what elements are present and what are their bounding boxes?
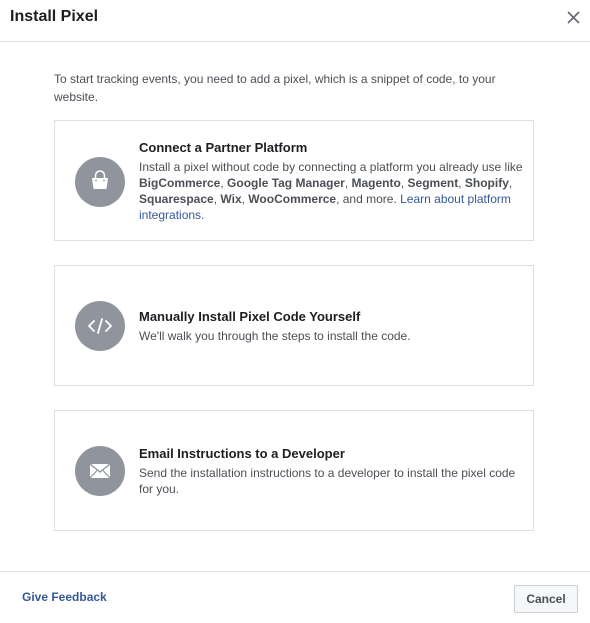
- option-title: Email Instructions to a Developer: [139, 446, 345, 461]
- connect-partner-platform-option[interactable]: Connect a Partner Platform Install a pix…: [54, 120, 534, 241]
- install-pixel-dialog: Install Pixel To start tracking events, …: [0, 0, 590, 623]
- platform-name: Wix: [220, 192, 242, 206]
- shopping-bag-icon-circle: [75, 157, 125, 207]
- option-description: Install a pixel without code by connecti…: [139, 159, 523, 223]
- platform-name: Squarespace: [139, 192, 214, 206]
- link-period: .: [201, 208, 205, 222]
- description-lead: Install a pixel without code by connecti…: [139, 160, 523, 174]
- dialog-footer: Give Feedback Cancel: [0, 571, 590, 623]
- intro-text: To start tracking events, you need to ad…: [54, 72, 496, 104]
- platform-name: BigCommerce: [139, 176, 221, 190]
- platform-name: Google Tag Manager: [227, 176, 345, 190]
- email-developer-option[interactable]: Email Instructions to a Developer Send t…: [54, 410, 534, 531]
- manual-install-option[interactable]: Manually Install Pixel Code Yourself We'…: [54, 265, 534, 386]
- dialog-title: Install Pixel: [10, 8, 99, 25]
- separator: ,: [458, 176, 465, 190]
- option-description: Send the installation instructions to a …: [139, 466, 516, 496]
- separator: ,: [400, 176, 408, 190]
- dialog-header: Install Pixel: [0, 0, 590, 42]
- envelope-icon: [89, 463, 111, 479]
- shopping-bag-icon: [92, 170, 108, 189]
- platform-name: Magento: [351, 176, 401, 190]
- platform-name: Segment: [407, 176, 459, 190]
- platform-name: Shopify: [464, 176, 509, 190]
- option-title: Manually Install Pixel Code Yourself: [139, 309, 361, 324]
- close-icon[interactable]: [562, 6, 584, 28]
- option-title: Connect a Partner Platform: [139, 140, 308, 155]
- separator: ,: [508, 176, 513, 190]
- envelope-icon-circle: [75, 446, 125, 496]
- code-icon-circle: [75, 301, 125, 351]
- platform-name: WooCommerce: [248, 192, 337, 206]
- description-tail: , and more.: [336, 192, 401, 206]
- code-icon: [88, 318, 112, 334]
- give-feedback-link[interactable]: Give Feedback: [22, 590, 107, 604]
- option-description: We'll walk you through the steps to inst…: [139, 329, 411, 343]
- separator: ,: [344, 176, 352, 190]
- cancel-button[interactable]: Cancel: [514, 585, 578, 613]
